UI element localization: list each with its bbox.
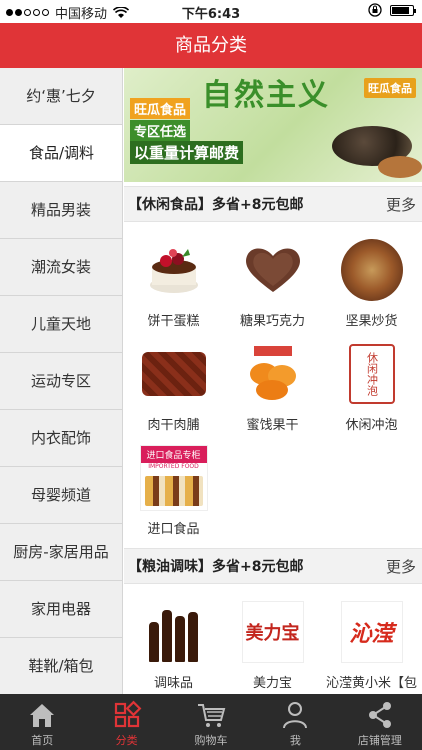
banner-line-2: 专区任选 bbox=[130, 120, 191, 141]
battery-icon bbox=[390, 4, 416, 16]
section-header-snacks: 【休闲食品】多省+8元包邮 更多 bbox=[124, 186, 422, 222]
jerky-icon bbox=[141, 352, 206, 396]
category-tile[interactable]: 休闲冲泡 休闲冲泡 bbox=[322, 332, 421, 436]
sidebar-item-shoes-bags[interactable]: 鞋靴/箱包 bbox=[0, 638, 122, 694]
tab-home[interactable]: 首页 bbox=[0, 694, 84, 750]
banner-line-1: 旺瓜食品 bbox=[130, 98, 191, 119]
rotation-lock-icon bbox=[368, 3, 382, 17]
category-tile[interactable]: 糖果巧克力 bbox=[223, 228, 322, 332]
more-link[interactable]: 更多 bbox=[386, 194, 416, 215]
sidebar-item-appliances[interactable]: 家用电器 bbox=[0, 581, 122, 638]
cart-icon bbox=[198, 704, 226, 727]
chocolate-icon bbox=[245, 248, 300, 292]
status-bar: 中国移动 下午6:43 bbox=[0, 0, 422, 23]
category-tile[interactable]: 调味品 bbox=[124, 590, 223, 694]
bottom-tab-bar: 首页 分类 购物车 我 店铺管理 bbox=[0, 694, 422, 750]
tea-icon: 休闲冲泡 bbox=[348, 344, 395, 404]
sidebar-item-kids[interactable]: 儿童天地 bbox=[0, 296, 122, 353]
tab-me[interactable]: 我 bbox=[253, 694, 337, 750]
category-sidebar: 约‘惠’七夕 食品/调料 精品男装 潮流女装 儿童天地 运动专区 内衣配饰 母婴… bbox=[0, 68, 123, 694]
category-tile[interactable]: 美力宝 美力宝 bbox=[223, 590, 322, 694]
section-title: 【休闲食品】多省+8元包邮 bbox=[128, 197, 304, 213]
nuts-icon bbox=[340, 239, 403, 301]
sidebar-item-food[interactable]: 食品/调料 bbox=[0, 125, 122, 182]
category-tile[interactable]: 沁滢 沁滢黄小米【包 bbox=[322, 590, 421, 694]
tab-category[interactable]: 分类 bbox=[84, 694, 168, 750]
nuts-image bbox=[378, 156, 422, 178]
sidebar-item-qixi[interactable]: 约‘惠’七夕 bbox=[0, 68, 122, 125]
sidebar-item-womenswear[interactable]: 潮流女装 bbox=[0, 239, 122, 296]
product-grid-snacks: 饼干蛋糕 糖果巧克力 坚果炒货 肉干肉脯 蜜饯果干 休闲冲泡 休闲冲泡 进口食品… bbox=[124, 222, 422, 540]
tab-cart[interactable]: 购物车 bbox=[169, 694, 253, 750]
meilibao-logo: 美力宝 bbox=[241, 601, 304, 663]
promo-banner[interactable]: 自然主义 旺瓜食品 旺瓜食品 专区任选 以重量计算邮费 bbox=[124, 68, 422, 182]
category-tile[interactable]: 饼干蛋糕 bbox=[124, 228, 223, 332]
banner-brand-logo: 旺瓜食品 bbox=[364, 78, 416, 98]
banner-title: 自然主义 bbox=[202, 78, 330, 113]
category-tile[interactable]: 蜜饯果干 bbox=[223, 332, 322, 436]
cake-icon bbox=[149, 249, 198, 293]
category-tile[interactable]: 肉干肉脯 bbox=[124, 332, 223, 436]
sidebar-item-menswear[interactable]: 精品男装 bbox=[0, 182, 122, 239]
sauce-icon bbox=[142, 602, 206, 662]
tab-store-management[interactable]: 店铺管理 bbox=[338, 694, 422, 750]
user-icon bbox=[283, 702, 308, 729]
qinying-logo: 沁滢 bbox=[340, 601, 403, 663]
dried-fruit-icon bbox=[249, 346, 296, 400]
banner-line-3: 以重量计算邮费 bbox=[130, 141, 244, 164]
category-tile[interactable]: 坚果炒货 bbox=[322, 228, 421, 332]
page-title: 商品分类 bbox=[175, 35, 247, 56]
imported-food-icon: 进口食品专柜 IMPORTED FOOD bbox=[139, 445, 208, 511]
clock: 下午6:43 bbox=[181, 7, 241, 22]
more-link[interactable]: 更多 bbox=[386, 556, 416, 577]
category-icon bbox=[114, 700, 142, 728]
category-content: 自然主义 旺瓜食品 旺瓜食品 专区任选 以重量计算邮费 【休闲食品】多省+8元包… bbox=[124, 68, 422, 694]
product-grid-grain-oil: 调味品 美力宝 美力宝 沁滢 沁滢黄小米【包 bbox=[124, 584, 422, 694]
sidebar-item-baby[interactable]: 母婴频道 bbox=[0, 467, 122, 524]
sidebar-item-kitchen-home[interactable]: 厨房-家居用品 bbox=[0, 524, 122, 581]
category-tile[interactable]: 进口食品专柜 IMPORTED FOOD 进口食品 bbox=[124, 436, 223, 540]
section-header-grain-oil: 【粮油调味】多省+8元包邮 更多 bbox=[124, 548, 422, 584]
share-icon bbox=[368, 702, 391, 728]
sidebar-item-underwear[interactable]: 内衣配饰 bbox=[0, 410, 122, 467]
home-icon bbox=[30, 704, 55, 727]
section-title: 【粮油调味】多省+8元包邮 bbox=[128, 559, 304, 575]
sidebar-item-sports[interactable]: 运动专区 bbox=[0, 353, 122, 410]
nav-bar: 商品分类 bbox=[0, 23, 422, 68]
